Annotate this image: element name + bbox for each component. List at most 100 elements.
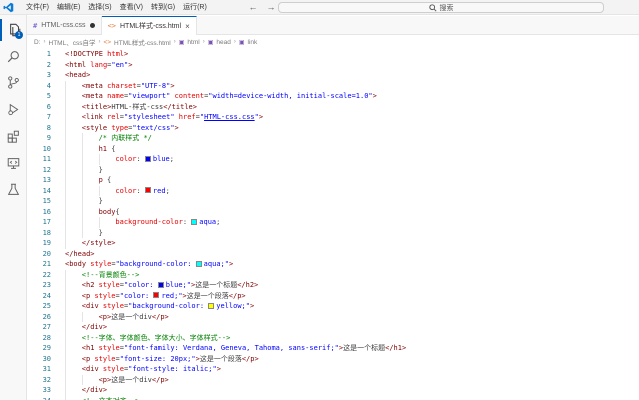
code-editor[interactable]: 1 <!DOCTYPE html> 2 <html lang="en"> 3 <head>… — [27, 48, 639, 400]
code-line[interactable]: 25 <div style="background-color: yellow;"… — [27, 301, 639, 312]
breadcrumb-item[interactable]: HTML、css自学 — [49, 37, 96, 47]
code-line[interactable]: 8 <style type="text/css"> — [27, 122, 639, 134]
color-swatch[interactable] — [144, 187, 151, 193]
code-line[interactable]: 3 <head> — [27, 70, 639, 81]
code-token: <style — [81, 123, 108, 132]
testing-icon[interactable] — [0, 178, 27, 200]
code-line[interactable]: 21 <body style="background-color: aqua;"> — [27, 259, 639, 270]
code-token: "background-color: — [115, 260, 196, 268]
forward-arrow-icon[interactable]: → — [266, 0, 276, 15]
code-line[interactable]: 27 </div> — [27, 322, 639, 333]
code-line[interactable]: 11 color: blue; — [27, 154, 639, 165]
menu-selection[interactable]: 选择(S) — [84, 0, 115, 15]
code-token: ; — [169, 155, 174, 163]
element-icon: ▣ — [238, 39, 245, 46]
tab-html-style-css-html[interactable]: <> HTML样式-css.html × — [101, 16, 197, 35]
breadcrumb-item[interactable]: head — [216, 39, 230, 46]
code-token: content — [174, 92, 205, 100]
chevron-right-icon: › — [202, 39, 205, 45]
code-line[interactable]: 7 <link rel="stylesheet" href="HTML-css.c… — [27, 112, 639, 123]
indent-guide — [65, 206, 66, 217]
code-line[interactable]: 16 body{ — [27, 206, 639, 217]
menu-view[interactable]: 查看(V) — [116, 0, 147, 15]
code-line[interactable]: 15} — [27, 196, 639, 207]
code-line[interactable]: 24 <p style="color: red;">这是一个段落</p> — [27, 290, 639, 301]
menu-run[interactable]: 运行(R) — [179, 0, 211, 15]
search-icon[interactable] — [0, 45, 27, 67]
color-swatch[interactable] — [191, 218, 198, 225]
code-line[interactable]: 18} — [27, 227, 639, 238]
code-line[interactable]: 19 </style> — [27, 238, 639, 249]
breadcrumb-item[interactable]: html — [187, 39, 199, 46]
code-line[interactable]: 20 </head> — [27, 249, 639, 260]
code-line[interactable]: 22 <!--背景颜色--> — [27, 269, 639, 280]
code-token: <html — [65, 60, 87, 69]
code-token: <div — [81, 302, 99, 310]
source-control-icon[interactable] — [0, 71, 27, 93]
indent-guide — [65, 101, 66, 112]
menu-file[interactable]: 文件(F) — [22, 0, 53, 15]
indent-guide — [98, 217, 100, 228]
code-token: > — [174, 123, 179, 132]
code-token: aqua — [199, 218, 217, 226]
breadcrumb-item[interactable]: D: — [34, 39, 41, 46]
breadcrumb-item[interactable]: link — [248, 39, 258, 46]
color-swatch[interactable] — [153, 292, 160, 298]
indent-guide — [65, 353, 66, 364]
color-swatch[interactable] — [157, 281, 164, 288]
code-line[interactable]: 23 <h2 style="color: blue;">这是一个标题</h2> — [27, 280, 639, 291]
code-line[interactable]: 29 <h1 style="font-family: Verdana, Genev… — [27, 343, 639, 354]
indent-guide — [65, 91, 66, 102]
run-debug-icon[interactable] — [0, 98, 27, 120]
unsaved-dot-icon[interactable] — [89, 23, 95, 28]
code-line[interactable]: 33 </div> — [27, 385, 639, 396]
remote-explorer-icon[interactable] — [0, 152, 27, 174]
code-line[interactable]: 31 <div style="font-style: italic;"> — [27, 364, 639, 375]
code-line[interactable]: 9 /* 内联样式 */ — [27, 133, 639, 144]
tab-html-css-css[interactable]: # HTML-css.css — [27, 16, 102, 35]
code-text: <html lang="en"> — [65, 60, 132, 71]
color-swatch[interactable] — [195, 260, 202, 267]
indent-guide — [81, 164, 83, 175]
code-line[interactable]: 14 color: red; — [27, 185, 639, 196]
code-line[interactable]: 2 <html lang="en"> — [27, 60, 639, 71]
code-line[interactable]: 12} — [27, 164, 639, 175]
code-token: </div> — [81, 323, 108, 331]
code-line[interactable]: 28 <!--字体、字体颜色、字体大小、字体样式--> — [27, 332, 639, 343]
breadcrumb-item[interactable]: HTML样式-css.html — [114, 37, 171, 47]
indent-guide — [81, 133, 83, 144]
code-line[interactable]: 32 <p>这是一个div</p> — [27, 374, 639, 385]
code-text: </div> — [82, 385, 107, 396]
indent-guide — [65, 395, 66, 400]
code-text: <style type="text/css"> — [82, 123, 179, 134]
code-line[interactable]: 4 <meta charset="UTF-8"> — [27, 80, 639, 91]
command-center-search[interactable]: 搜索 — [278, 2, 604, 13]
indent-guide — [81, 154, 83, 165]
extensions-icon[interactable] — [0, 125, 27, 147]
code-line[interactable]: 26 <p>这是一个div</p> — [27, 311, 639, 322]
color-swatch[interactable] — [208, 302, 215, 309]
code-line[interactable]: 30 <p style="font-size: 20px;">这是一个段落</p> — [27, 353, 639, 364]
close-icon[interactable]: × — [185, 22, 190, 31]
back-arrow-icon[interactable]: ← — [248, 0, 258, 15]
menu-edit[interactable]: 编辑(E) — [53, 0, 84, 15]
code-token: : — [136, 186, 145, 195]
code-token: <h1 — [81, 344, 95, 352]
line-number: 32 — [42, 375, 51, 384]
indent-guide — [81, 175, 83, 186]
code-line[interactable]: 5 <meta name="viewport" content="width=de… — [27, 91, 639, 102]
code-token: <p — [81, 354, 91, 363]
code-line[interactable]: 6 <title>HTML-样式-css</title> — [27, 101, 639, 112]
code-line[interactable]: 10 h1 { — [27, 143, 639, 154]
file-link[interactable]: HTML-css.css — [204, 113, 255, 121]
color-swatch[interactable] — [144, 155, 151, 162]
code-line[interactable]: 17 background-color: aqua; — [27, 217, 639, 228]
explorer-icon[interactable]: 1 — [0, 19, 27, 41]
code-line[interactable]: 1 <!DOCTYPE html> — [27, 49, 639, 60]
menu-go[interactable]: 转到(G) — [147, 0, 179, 15]
indent-guide — [65, 238, 66, 249]
code-token: > — [124, 50, 129, 58]
indent-guide — [65, 374, 66, 385]
code-line[interactable]: 13 p { — [27, 175, 639, 186]
code-line[interactable]: 34 <!--文本对齐--> — [27, 395, 639, 400]
